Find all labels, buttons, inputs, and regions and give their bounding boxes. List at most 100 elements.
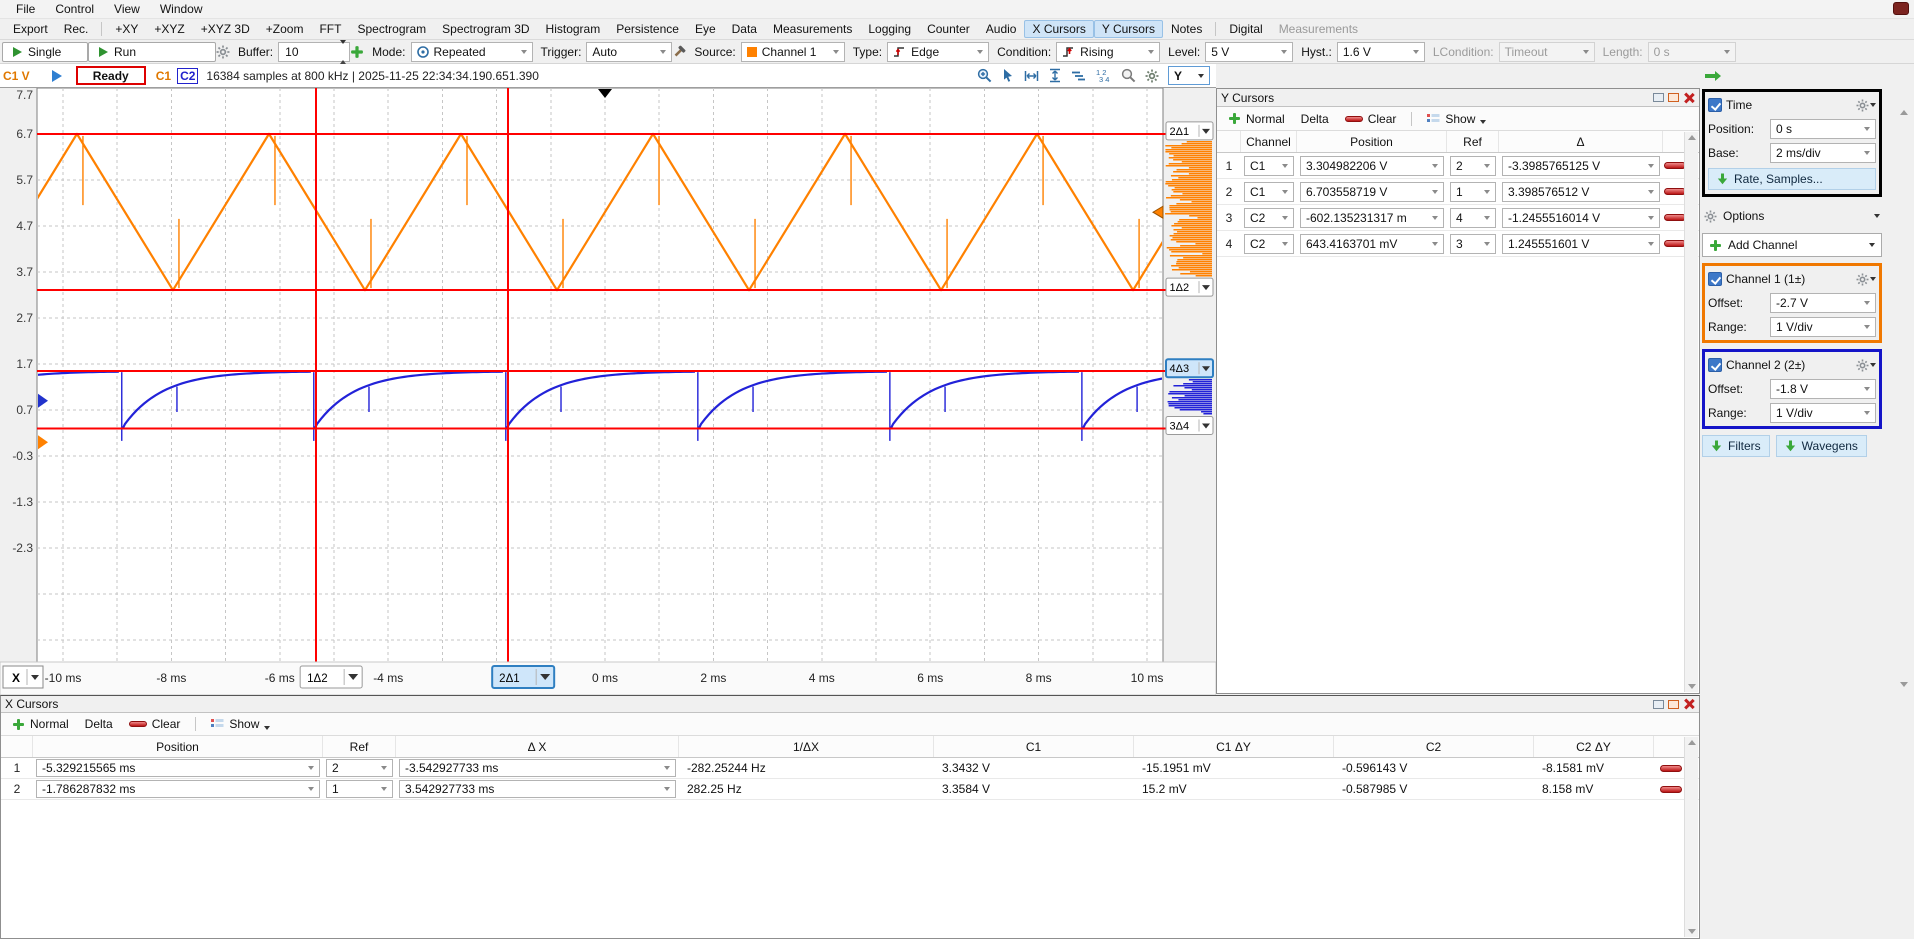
remove-cursor-button[interactable] bbox=[1660, 786, 1682, 793]
menu-control[interactable]: Control bbox=[45, 1, 104, 18]
options-row[interactable]: Options bbox=[1702, 203, 1882, 229]
y1-channel-select[interactable]: C1 bbox=[1244, 156, 1294, 176]
y-cursor-marker-3Δ4[interactable]: 3Δ4 bbox=[1166, 416, 1213, 434]
channel2-checkbox[interactable] bbox=[1708, 358, 1722, 372]
remove-cursor-button[interactable] bbox=[1664, 214, 1686, 221]
tab-xyz[interactable]: +XYZ bbox=[146, 20, 192, 38]
plus-icon[interactable] bbox=[350, 45, 364, 59]
run-button[interactable]: Run bbox=[88, 42, 216, 62]
x-cursor-marker-1Δ2[interactable]: 1Δ2 bbox=[300, 666, 362, 688]
y3-ref-select[interactable]: 4 bbox=[1450, 208, 1496, 228]
x-clear-button[interactable]: Clear bbox=[123, 715, 187, 733]
gear-icon[interactable] bbox=[216, 45, 230, 59]
y1-position-input[interactable]: 3.304982206 V bbox=[1300, 156, 1444, 176]
buffer-spinner[interactable]: 10 bbox=[278, 42, 350, 62]
tab-data[interactable]: Data bbox=[724, 20, 765, 38]
channel2-badge[interactable]: C2 bbox=[177, 68, 198, 84]
y2-channel-select[interactable]: C1 bbox=[1244, 182, 1294, 202]
window-maximize-icon[interactable] bbox=[1668, 93, 1679, 102]
y-add-normal-button[interactable]: Normal bbox=[1222, 110, 1291, 128]
tab-spectrogram[interactable]: Spectrogram bbox=[349, 20, 434, 38]
camera-gear-icon[interactable] bbox=[1145, 69, 1159, 83]
align-cursors-icon[interactable] bbox=[1071, 69, 1086, 83]
filters-button[interactable]: Filters bbox=[1702, 435, 1770, 457]
hysteresis-select[interactable]: 1.6 V bbox=[1337, 42, 1425, 62]
rate-samples-button[interactable]: Rate, Samples... bbox=[1708, 168, 1876, 190]
x-add-delta-button[interactable]: Delta bbox=[79, 715, 119, 733]
menu-view[interactable]: View bbox=[104, 1, 150, 18]
y4-ref-select[interactable]: 3 bbox=[1450, 234, 1496, 254]
window-float-icon[interactable] bbox=[1653, 93, 1664, 102]
y1-ref-select[interactable]: 2 bbox=[1450, 156, 1496, 176]
scroll-down-icon[interactable] bbox=[1688, 929, 1696, 934]
tab-measurements[interactable]: Measurements bbox=[765, 20, 860, 38]
channel1-range-select[interactable]: 1 V/div bbox=[1770, 317, 1876, 337]
mode-select[interactable]: Repeated bbox=[411, 42, 533, 62]
x1-position-input[interactable]: -5.329215565 ms bbox=[36, 759, 320, 777]
scroll-up-icon[interactable] bbox=[1688, 135, 1696, 140]
tab-counter[interactable]: Counter bbox=[919, 20, 978, 38]
y-cursor-marker-1Δ2[interactable]: 1Δ2 bbox=[1166, 278, 1213, 296]
tab-measurements-2[interactable]: Measurements bbox=[1271, 20, 1366, 38]
tab-histogram[interactable]: Histogram bbox=[538, 20, 609, 38]
channel2-offset-select[interactable]: -1.8 V bbox=[1770, 379, 1876, 399]
x-cursor-marker-2Δ1[interactable]: 2Δ1 bbox=[492, 666, 554, 688]
x2-position-input[interactable]: -1.786287832 ms bbox=[36, 780, 320, 798]
tab-digital[interactable]: Digital bbox=[1221, 20, 1270, 38]
scope-plot[interactable]: 2Δ11Δ24Δ33Δ4X-10 ms-8 ms-6 ms-4 ms0 ms2 … bbox=[0, 88, 1216, 695]
remove-cursor-button[interactable] bbox=[1660, 765, 1682, 772]
x2-ref-select[interactable]: 1 bbox=[326, 780, 393, 798]
tab-x-cursors[interactable]: X Cursors bbox=[1024, 20, 1093, 38]
fit-height-icon[interactable] bbox=[1048, 68, 1062, 83]
pointer-icon[interactable] bbox=[1001, 68, 1015, 83]
magnifier-icon[interactable] bbox=[1121, 68, 1136, 83]
y3-delta-input[interactable]: -1.2455516014 V bbox=[1502, 208, 1660, 228]
type-select[interactable]: Edge bbox=[887, 42, 989, 62]
tab-persistence[interactable]: Persistence bbox=[608, 20, 687, 38]
y-add-delta-button[interactable]: Delta bbox=[1295, 110, 1335, 128]
add-channel-button[interactable]: Add Channel bbox=[1702, 233, 1882, 257]
spin-down-icon[interactable] bbox=[340, 44, 346, 58]
tab-fft[interactable]: FFT bbox=[311, 20, 349, 38]
menu-window[interactable]: Window bbox=[150, 1, 213, 18]
y-axis-menu-button[interactable]: Y bbox=[1168, 66, 1210, 85]
scroll-up-icon[interactable] bbox=[1688, 740, 1696, 745]
tab-zoom[interactable]: +Zoom bbox=[258, 20, 312, 38]
y-clear-button[interactable]: Clear bbox=[1339, 110, 1403, 128]
tab-audio[interactable]: Audio bbox=[978, 20, 1025, 38]
window-maximize-icon[interactable] bbox=[1668, 700, 1679, 709]
window-close-icon[interactable] bbox=[1683, 699, 1695, 709]
tab-spectrogram3d[interactable]: Spectrogram 3D bbox=[434, 20, 537, 38]
time-gear-button[interactable] bbox=[1856, 99, 1876, 112]
tab-xy[interactable]: +XY bbox=[107, 20, 146, 38]
y4-channel-select[interactable]: C2 bbox=[1244, 234, 1294, 254]
time-position-select[interactable]: 0 s bbox=[1770, 119, 1876, 139]
y2-delta-input[interactable]: 3.398576512 V bbox=[1502, 182, 1660, 202]
tab-xyz3d[interactable]: +XYZ 3D bbox=[193, 20, 258, 38]
time-base-select[interactable]: 2 ms/div bbox=[1770, 143, 1876, 163]
x2-dx-input[interactable]: 3.542927733 ms bbox=[399, 780, 676, 798]
remove-cursor-button[interactable] bbox=[1664, 162, 1686, 169]
window-close-icon[interactable] bbox=[1683, 93, 1695, 103]
trigger-select[interactable]: Auto bbox=[586, 42, 672, 62]
y-cursor-marker-2Δ1[interactable]: 2Δ1 bbox=[1166, 122, 1213, 140]
tab-export[interactable]: Export bbox=[5, 20, 56, 38]
source-select[interactable]: Channel 1 bbox=[741, 42, 845, 62]
tab-eye[interactable]: Eye bbox=[687, 20, 724, 38]
y3-position-input[interactable]: -602.135231317 m bbox=[1300, 208, 1444, 228]
green-right-arrow-icon[interactable] bbox=[1704, 70, 1722, 82]
y3-channel-select[interactable]: C2 bbox=[1244, 208, 1294, 228]
channel2-gear-button[interactable] bbox=[1856, 359, 1876, 372]
y1-delta-input[interactable]: -3.3985765125 V bbox=[1502, 156, 1660, 176]
sidebar-scrollbar[interactable] bbox=[1900, 110, 1908, 687]
single-button[interactable]: Single bbox=[2, 42, 88, 62]
menu-file[interactable]: File bbox=[6, 1, 45, 18]
x-cursors-scrollbar[interactable] bbox=[1684, 737, 1698, 937]
scroll-up-icon[interactable] bbox=[1900, 110, 1908, 115]
scroll-down-icon[interactable] bbox=[1900, 682, 1908, 687]
channel1-badge[interactable]: C1 bbox=[156, 69, 171, 83]
time-checkbox[interactable] bbox=[1708, 98, 1722, 112]
y2-ref-select[interactable]: 1 bbox=[1450, 182, 1496, 202]
level-select[interactable]: 5 V bbox=[1205, 42, 1293, 62]
x1-ref-select[interactable]: 2 bbox=[326, 759, 393, 777]
